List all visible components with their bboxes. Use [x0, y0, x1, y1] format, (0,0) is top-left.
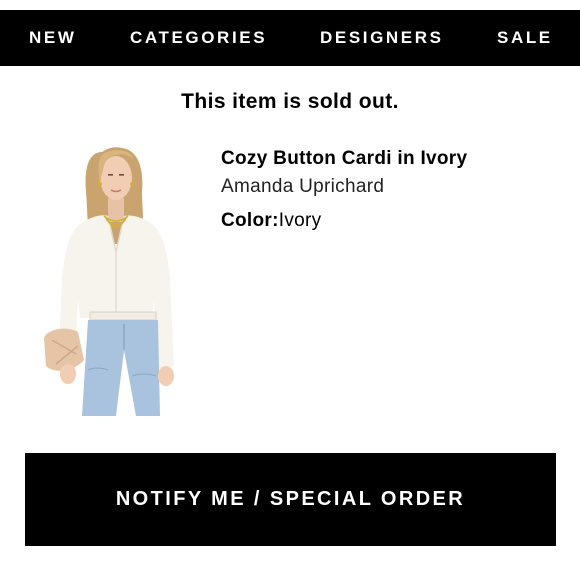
product-name[interactable]: Cozy Button Cardi in Ivory — [221, 148, 467, 170]
top-nav: NEW CATEGORIES DESIGNERS SALE — [0, 10, 580, 66]
notify-me-button[interactable]: NOTIFY ME / SPECIAL ORDER — [25, 453, 556, 546]
product-image[interactable] — [38, 140, 188, 418]
page: NEW CATEGORIES DESIGNERS SALE This item … — [0, 0, 580, 580]
sold-out-message: This item is sold out. — [181, 90, 399, 113]
product-brand[interactable]: Amanda Uprichard — [221, 176, 384, 198]
nav-item-designers[interactable]: DESIGNERS — [320, 10, 444, 66]
color-label: Color: — [221, 210, 279, 231]
nav-item-sale[interactable]: SALE — [497, 10, 553, 66]
product-color: Color:Ivory — [221, 210, 321, 232]
nav-item-new[interactable]: NEW — [29, 10, 76, 66]
model-photo-icon — [44, 147, 174, 416]
nav-item-categories[interactable]: CATEGORIES — [130, 10, 267, 66]
color-value: Ivory — [278, 210, 322, 231]
